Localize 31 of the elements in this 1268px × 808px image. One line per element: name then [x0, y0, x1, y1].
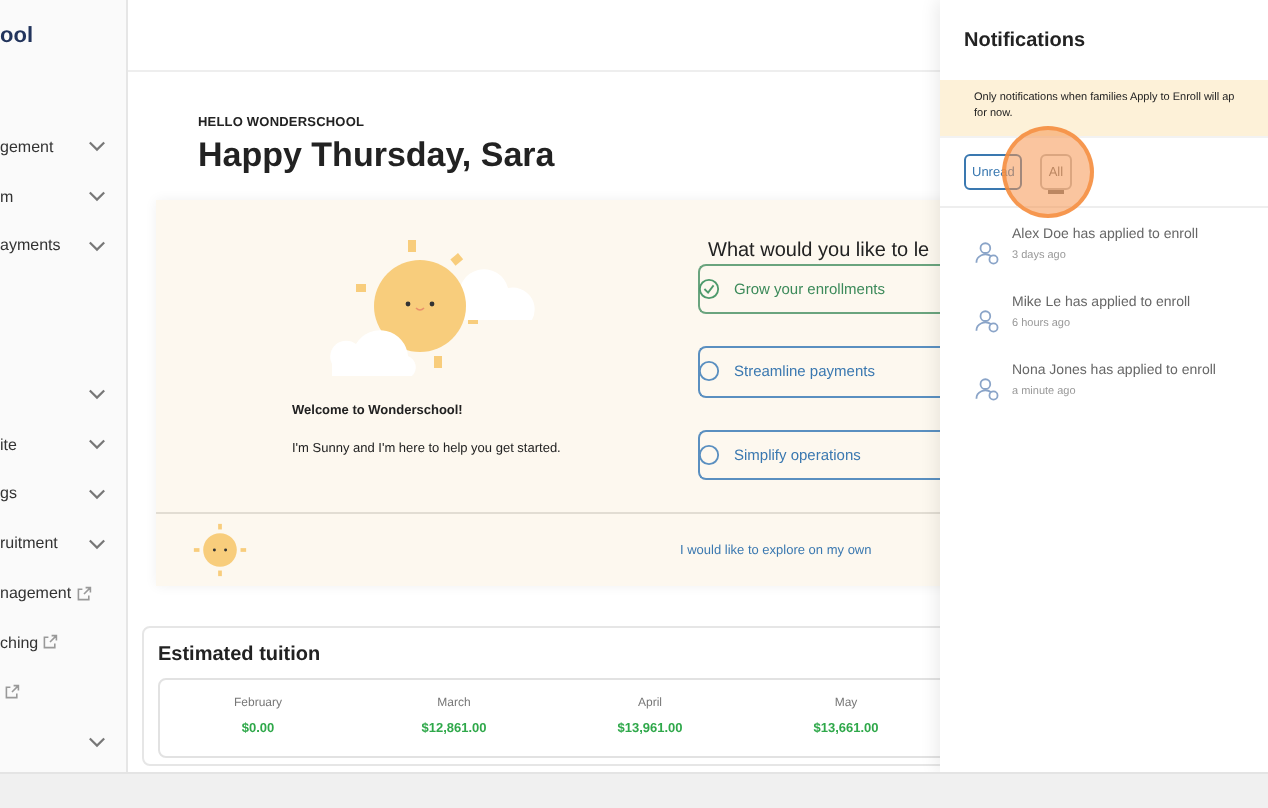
tuition-title: Estimated tuition: [158, 644, 323, 666]
sidebar-item[interactable]: ruitment: [0, 534, 58, 553]
chevron-down-icon[interactable]: [88, 239, 106, 252]
external-link-icon[interactable]: [4, 684, 20, 701]
chevron-down-icon[interactable]: [88, 487, 106, 500]
sidebar-item[interactable]: m: [0, 187, 14, 206]
radio-circle-icon: [698, 443, 720, 466]
chevron-down-icon[interactable]: [88, 537, 106, 550]
radio-circle-icon: [698, 360, 720, 383]
page-title: Happy Thursday, Sara: [198, 136, 557, 176]
logo-text: ool: [0, 22, 35, 52]
sidebar-item[interactable]: ite: [0, 435, 17, 454]
sidebar-item[interactable]: nagement: [0, 584, 72, 603]
panel-title: Notifications: [962, 28, 1088, 56]
external-link-icon[interactable]: [42, 634, 59, 651]
person-icon: [974, 240, 1000, 266]
sidebar-item[interactable]: gement: [0, 137, 54, 156]
chevron-down-icon[interactable]: [88, 190, 106, 203]
person-icon: [974, 376, 1000, 402]
person-icon: [974, 308, 1000, 334]
check-circle-icon: [698, 278, 720, 301]
question-heading: What would you like to le: [708, 240, 932, 262]
chevron-down-icon[interactable]: [88, 438, 106, 451]
sidebar-item[interactable]: ayments: [0, 236, 61, 255]
chevron-down-icon[interactable]: [88, 735, 106, 748]
small-sun-icon: [192, 522, 248, 578]
external-link-icon[interactable]: [75, 585, 92, 602]
sidebar-item[interactable]: gs: [0, 484, 17, 503]
chevron-down-icon[interactable]: [88, 140, 106, 153]
sidebar-item[interactable]: ching: [0, 633, 39, 652]
chevron-down-icon[interactable]: [88, 388, 106, 401]
